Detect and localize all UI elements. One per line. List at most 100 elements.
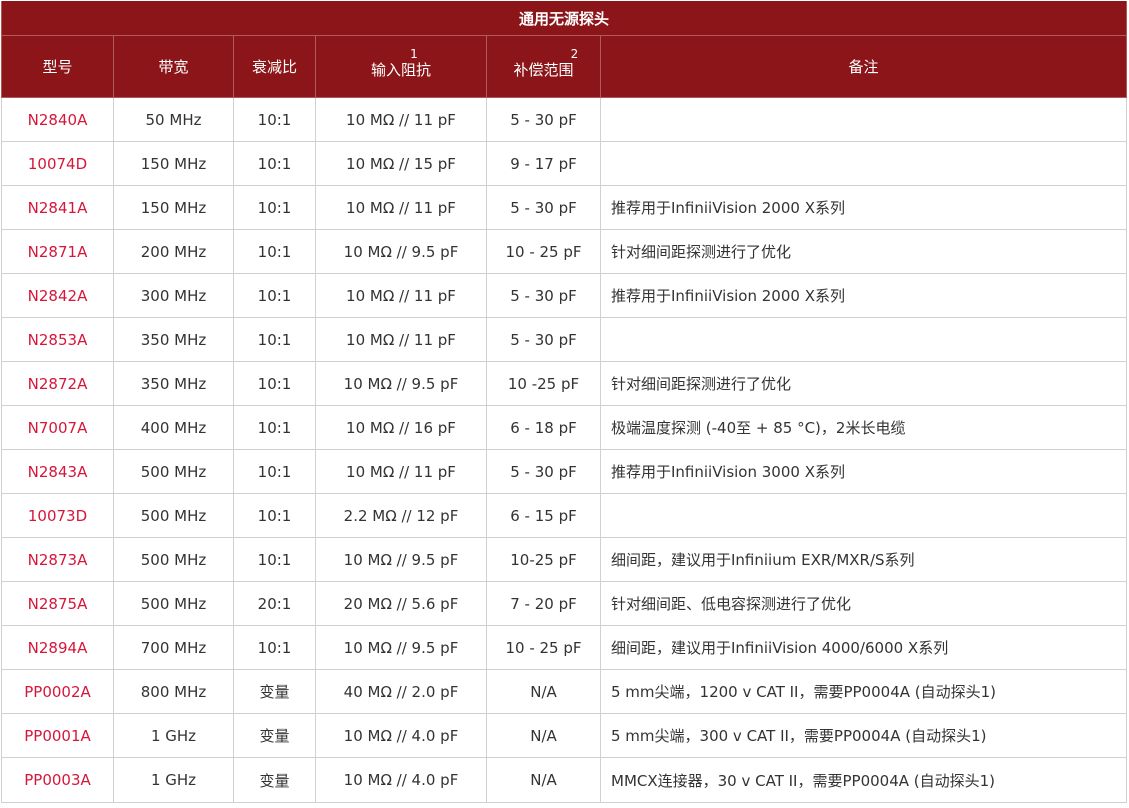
notes-cell: 极端温度探测 (-40至 + 85 °C)，2米长电缆 [599, 405, 1128, 450]
bandwidth-cell: 1 GHz [113, 757, 234, 803]
model-cell[interactable]: N2872A [1, 361, 114, 406]
compensation-cell: 5 - 30 pF [486, 317, 601, 362]
table-row: N2873A 500 MHz 10:1 10 MΩ // 9.5 pF 10-25 pF… [1, 537, 1128, 582]
compensation-cell: N/A [486, 757, 601, 803]
model-cell[interactable]: 10073D [1, 493, 114, 538]
bandwidth-cell: 500 MHz [113, 449, 234, 494]
bandwidth-cell: 350 MHz [113, 317, 234, 362]
compensation-cell: 10 - 25 pF [486, 625, 601, 670]
compensation-cell: 6 - 15 pF [486, 493, 601, 538]
compensation-cell: 5 - 30 pF [486, 449, 601, 494]
impedance-cell: 10 MΩ // 4.0 pF [315, 757, 487, 803]
bandwidth-cell: 500 MHz [113, 493, 234, 538]
impedance-cell: 10 MΩ // 9.5 pF [315, 537, 487, 582]
bandwidth-cell: 500 MHz [113, 581, 234, 626]
table-title: 通用无源探头 [0, 1, 1128, 36]
table-row: PP0003A 1 GHz 变量 10 MΩ // 4.0 pF N/A MMCX连接器，… [1, 757, 1128, 803]
header-attenuation: 衰减比 [233, 35, 316, 98]
model-cell[interactable]: N2875A [1, 581, 114, 626]
header-attenuation-label: 衰减比 [251, 57, 297, 76]
impedance-cell: 10 MΩ // 16 pF [315, 405, 487, 450]
header-input-impedance-footnote[interactable]: 1 [317, 48, 486, 60]
table-row: PP0001A 1 GHz 变量 10 MΩ // 4.0 pF N/A 5 mm尖端，3… [1, 713, 1128, 758]
compensation-cell: 6 - 18 pF [486, 405, 601, 450]
attenuation-cell: 变量 [233, 713, 316, 758]
header-bandwidth-label: 带宽 [158, 57, 189, 76]
compensation-cell: N/A [486, 669, 601, 714]
notes-cell [599, 141, 1128, 186]
compensation-cell: 10 - 25 pF [486, 229, 601, 274]
model-cell[interactable]: PP0002A [1, 669, 114, 714]
attenuation-cell: 10:1 [233, 625, 316, 670]
model-cell[interactable]: N2840A [1, 97, 114, 142]
header-notes: 备注 [599, 35, 1128, 98]
notes-cell: 细间距，建议用于InfiniiVision 4000/6000 X系列 [599, 625, 1128, 670]
impedance-cell: 10 MΩ // 9.5 pF [315, 625, 487, 670]
model-cell[interactable]: N2873A [1, 537, 114, 582]
table-row: N7007A 400 MHz 10:1 10 MΩ // 16 pF 6 - 18 pF… [1, 405, 1128, 450]
passive-probes-table: 通用无源探头 型号 带宽 衰减比 1 输入阻抗 2 补偿范围 备注 N2840A… [0, 1, 1128, 803]
impedance-cell: 10 MΩ // 9.5 pF [315, 361, 487, 406]
notes-cell: 针对细间距、低电容探测进行了优化 [599, 581, 1128, 626]
impedance-cell: 2.2 MΩ // 12 pF [315, 493, 487, 538]
model-cell[interactable]: N2871A [1, 229, 114, 274]
attenuation-cell: 10:1 [233, 185, 316, 230]
compensation-cell: 7 - 20 pF [486, 581, 601, 626]
table-row: N2872A 350 MHz 10:1 10 MΩ // 9.5 pF 10 -25 p… [1, 361, 1128, 406]
impedance-cell: 10 MΩ // 11 pF [315, 97, 487, 142]
notes-cell: 5 mm尖端，300 v CAT II，需要PP0004A (自动探头1) [599, 713, 1128, 758]
impedance-cell: 10 MΩ // 9.5 pF [315, 229, 487, 274]
attenuation-cell: 10:1 [233, 449, 316, 494]
model-cell[interactable]: PP0003A [1, 757, 114, 803]
table-row: N2875A 500 MHz 20:1 20 MΩ // 5.6 pF 7 - 20 p… [1, 581, 1128, 626]
attenuation-cell: 10:1 [233, 493, 316, 538]
model-cell[interactable]: N2853A [1, 317, 114, 362]
attenuation-cell: 10:1 [233, 361, 316, 406]
table-header-row: 型号 带宽 衰减比 1 输入阻抗 2 补偿范围 备注 [1, 35, 1128, 98]
bandwidth-cell: 500 MHz [113, 537, 234, 582]
bandwidth-cell: 200 MHz [113, 229, 234, 274]
bandwidth-cell: 50 MHz [113, 97, 234, 142]
header-input-impedance-label: 输入阻抗 [370, 60, 431, 79]
attenuation-cell: 10:1 [233, 97, 316, 142]
impedance-cell: 10 MΩ // 11 pF [315, 317, 487, 362]
model-cell[interactable]: N7007A [1, 405, 114, 450]
table-row: 10074D 150 MHz 10:1 10 MΩ // 15 pF 9 - 17 pF [1, 141, 1128, 186]
compensation-cell: 5 - 30 pF [486, 185, 601, 230]
model-cell[interactable]: N2841A [1, 185, 114, 230]
table-row: N2840A 50 MHz 10:1 10 MΩ // 11 pF 5 - 30 pF [1, 97, 1128, 142]
header-compensation-label: 补偿范围 [513, 60, 574, 79]
model-cell[interactable]: 10074D [1, 141, 114, 186]
header-input-impedance: 1 输入阻抗 [315, 35, 487, 98]
header-model: 型号 [1, 35, 114, 98]
table-row: N2894A 700 MHz 10:1 10 MΩ // 9.5 pF 10 - 25 … [1, 625, 1128, 670]
bandwidth-cell: 700 MHz [113, 625, 234, 670]
table-title-row: 通用无源探头 [0, 1, 1128, 36]
table-row: 10073D 500 MHz 10:1 2.2 MΩ // 12 pF 6 - 15 p… [1, 493, 1128, 538]
table-body: N2840A 50 MHz 10:1 10 MΩ // 11 pF 5 - 30 pF 1… [1, 97, 1128, 803]
notes-cell: 细间距，建议用于Infiniium EXR/MXR/S系列 [599, 537, 1128, 582]
notes-cell: 推荐用于InfiniiVision 2000 X系列 [599, 273, 1128, 318]
compensation-cell: 9 - 17 pF [486, 141, 601, 186]
notes-cell: 针对细间距探测进行了优化 [599, 229, 1128, 274]
model-cell[interactable]: PP0001A [1, 713, 114, 758]
impedance-cell: 10 MΩ // 4.0 pF [315, 713, 487, 758]
impedance-cell: 10 MΩ // 11 pF [315, 273, 487, 318]
header-compensation-footnote[interactable]: 2 [488, 48, 600, 60]
attenuation-cell: 10:1 [233, 405, 316, 450]
model-cell[interactable]: N2842A [1, 273, 114, 318]
impedance-cell: 10 MΩ // 11 pF [315, 185, 487, 230]
notes-cell: 推荐用于InfiniiVision 3000 X系列 [599, 449, 1128, 494]
attenuation-cell: 20:1 [233, 581, 316, 626]
header-bandwidth: 带宽 [113, 35, 234, 98]
notes-cell: 推荐用于InfiniiVision 2000 X系列 [599, 185, 1128, 230]
model-cell[interactable]: N2894A [1, 625, 114, 670]
attenuation-cell: 10:1 [233, 229, 316, 274]
attenuation-cell: 10:1 [233, 537, 316, 582]
impedance-cell: 40 MΩ // 2.0 pF [315, 669, 487, 714]
notes-cell [599, 493, 1128, 538]
attenuation-cell: 10:1 [233, 141, 316, 186]
table-row: N2853A 350 MHz 10:1 10 MΩ // 11 pF 5 - 30 pF [1, 317, 1128, 362]
model-cell[interactable]: N2843A [1, 449, 114, 494]
compensation-cell: 5 - 30 pF [486, 273, 601, 318]
